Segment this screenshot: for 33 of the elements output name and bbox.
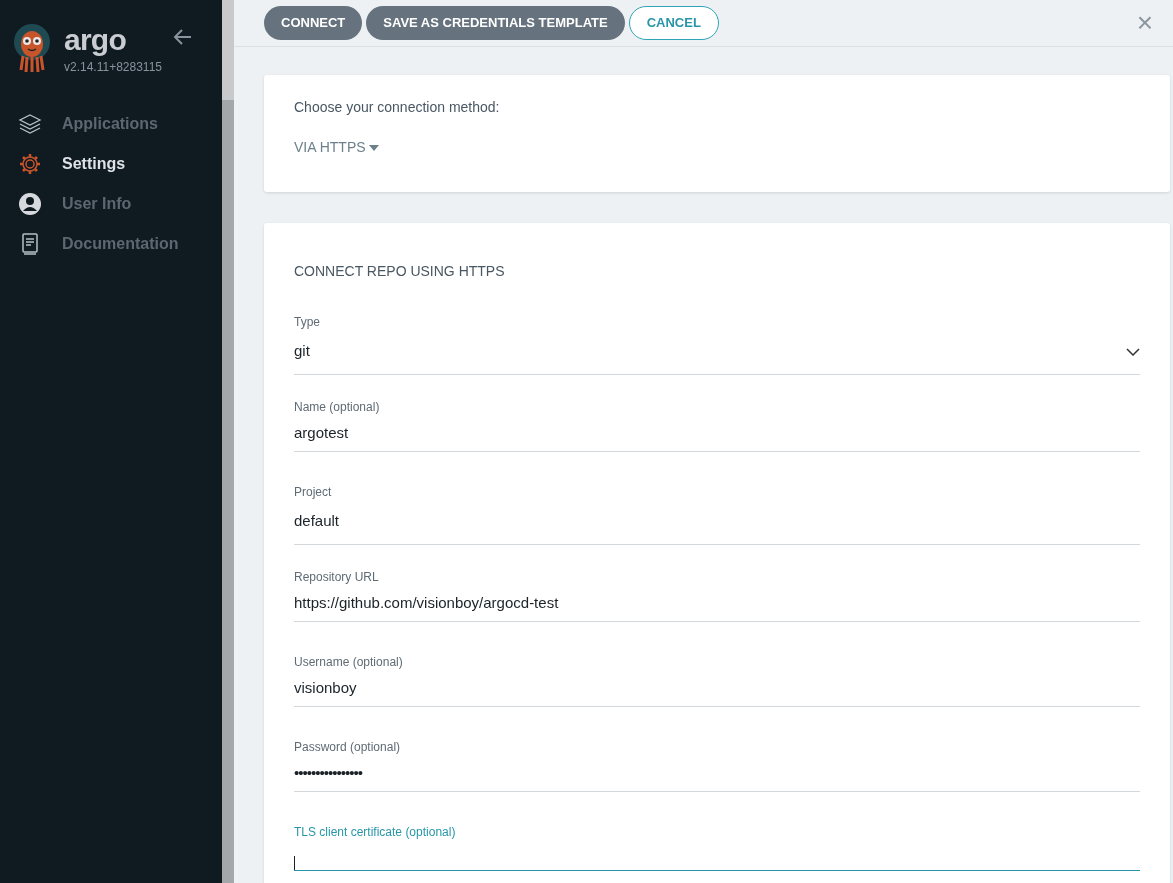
- nav-item[interactable]: User Info: [0, 184, 222, 224]
- field-label: Repository URL: [294, 570, 380, 584]
- gear-icon: [18, 152, 42, 176]
- field-label: TLS client certificate (optional): [294, 825, 457, 839]
- input-field[interactable]: visionboy: [294, 671, 1140, 707]
- select-field[interactable]: git: [294, 329, 1140, 375]
- method-dropdown[interactable]: VIA HTTPS: [294, 137, 379, 158]
- field-label: Username (optional): [294, 655, 404, 669]
- layers-icon: [18, 112, 42, 136]
- field-label: Type: [294, 315, 321, 329]
- octopus-logo-icon: [12, 24, 52, 74]
- close-button[interactable]: ×: [1136, 9, 1153, 37]
- action-button[interactable]: CONNECT: [264, 6, 363, 40]
- logo-wordmark: argo: [64, 24, 127, 56]
- form-title: CONNECT REPO USING HTTPS: [294, 263, 506, 279]
- nav-item[interactable]: Settings: [0, 144, 222, 184]
- user-icon: [18, 192, 42, 216]
- select-field[interactable]: default: [294, 499, 1140, 545]
- password-field[interactable]: ••••••••••••••••: [294, 756, 1140, 792]
- field-label: Password (optional): [294, 740, 402, 754]
- nav-item[interactable]: Applications: [0, 104, 222, 144]
- chevron-down-icon: [1126, 347, 1140, 356]
- back-arrow-icon[interactable]: [172, 28, 192, 46]
- version-text: v2.14.11+8283115: [64, 59, 162, 76]
- caret-icon: [368, 144, 379, 151]
- nav-item[interactable]: Documentation: [0, 224, 222, 264]
- input-field[interactable]: https://github.com/visionboy/argocd-test: [294, 586, 1140, 622]
- field-label: Project: [294, 485, 333, 499]
- field-label: Name (optional): [294, 400, 381, 414]
- action-button[interactable]: SAVE AS CREDENTIALS TEMPLATE: [366, 6, 625, 40]
- method-prompt: Choose your connection method:: [294, 99, 501, 115]
- input-field[interactable]: argotest: [294, 416, 1140, 452]
- cancel-button[interactable]: CANCEL: [628, 6, 719, 40]
